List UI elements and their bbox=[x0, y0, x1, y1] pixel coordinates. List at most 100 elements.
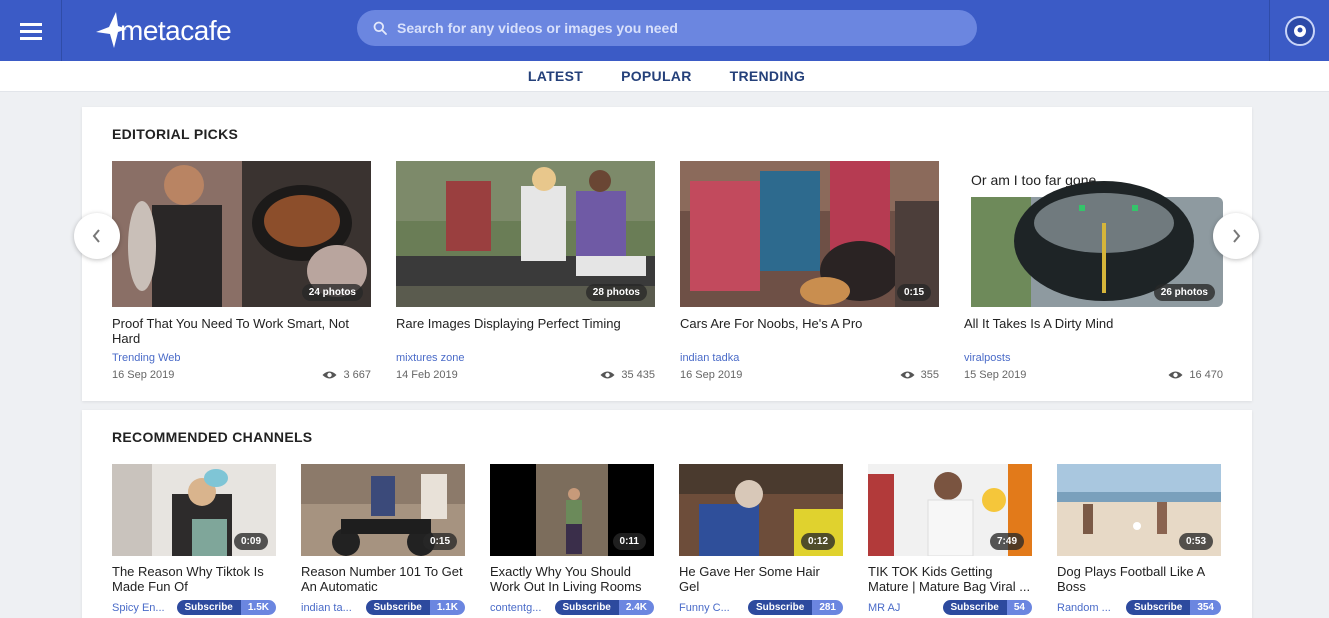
channel-video-title[interactable]: Reason Number 101 To Get An Automatic bbox=[301, 564, 465, 596]
channel-video-title[interactable]: TIK TOK Kids Getting Mature | Mature Bag… bbox=[868, 564, 1032, 596]
editorial-card[interactable]: 0:15 Cars Are For Noobs, He's A Pro indi… bbox=[680, 161, 939, 381]
channel-name-link[interactable]: indian ta... bbox=[301, 602, 359, 614]
editorial-card[interactable]: 28 photos Rare Images Displaying Perfect… bbox=[396, 161, 655, 381]
search-icon bbox=[373, 21, 387, 35]
eye-icon bbox=[322, 371, 337, 379]
nav-tabs-bar: LATEST POPULAR TRENDING bbox=[0, 61, 1329, 92]
card-title[interactable]: Rare Images Displaying Perfect Timing bbox=[396, 316, 655, 348]
channel-name-link[interactable]: Spicy En... bbox=[112, 602, 170, 614]
card-date: 16 Sep 2019 bbox=[112, 369, 175, 381]
image-caption-overlay: Or am I too far gone... bbox=[971, 172, 1108, 188]
view-count: 355 bbox=[920, 369, 939, 381]
carousel-next-button[interactable] bbox=[1213, 213, 1259, 259]
subscriber-count: 54 bbox=[1006, 600, 1032, 615]
channel-name-link[interactable]: Funny C... bbox=[679, 602, 737, 614]
logo-text: metacafe bbox=[120, 15, 232, 46]
channel-video-title[interactable]: He Gave Her Some Hair Gel bbox=[679, 564, 843, 596]
channel-card[interactable]: 7:49 TIK TOK Kids Getting Mature | Matur… bbox=[868, 464, 1032, 615]
editorial-card[interactable]: 24 photos Proof That You Need To Work Sm… bbox=[112, 161, 371, 381]
metacafe-logo[interactable]: metacafe bbox=[94, 5, 232, 50]
star-logo-icon bbox=[96, 12, 127, 48]
duration-badge: 0:12 bbox=[800, 533, 835, 550]
user-icon bbox=[1293, 24, 1306, 37]
channel-thumbnail[interactable]: 0:12 bbox=[679, 464, 843, 556]
channel-thumbnail[interactable]: 7:49 bbox=[868, 464, 1032, 556]
top-header: metacafe bbox=[0, 0, 1329, 61]
card-date: 15 Sep 2019 bbox=[964, 369, 1027, 381]
view-count: 16 470 bbox=[1189, 369, 1223, 381]
subscribe-button[interactable]: Subscribe 281 bbox=[747, 600, 843, 615]
card-channel-link[interactable]: mixtures zone bbox=[396, 352, 655, 364]
channel-video-title[interactable]: Dog Plays Football Like A Boss bbox=[1057, 564, 1221, 596]
card-channel-link[interactable]: Trending Web bbox=[112, 352, 371, 364]
recommended-channels-section: RECOMMENDED CHANNELS 0:09 The Reason Why… bbox=[82, 410, 1252, 618]
channel-thumbnail[interactable]: 0:11 bbox=[490, 464, 654, 556]
channel-card[interactable]: 0:53 Dog Plays Football Like A Boss Rand… bbox=[1057, 464, 1221, 615]
card-thumbnail[interactable]: 24 photos bbox=[112, 161, 371, 307]
hamburger-icon bbox=[19, 22, 42, 40]
channel-name-link[interactable]: MR AJ bbox=[868, 602, 926, 614]
duration-badge: 0:15 bbox=[896, 284, 931, 301]
channel-name-link[interactable]: Random ... bbox=[1057, 602, 1115, 614]
editorial-card[interactable]: Or am I too far gone... 26 photos All It… bbox=[964, 161, 1223, 381]
tab-popular[interactable]: POPULAR bbox=[621, 68, 692, 84]
channel-thumbnail[interactable]: 0:09 bbox=[112, 464, 276, 556]
view-count: 3 667 bbox=[343, 369, 371, 381]
chevron-left-icon bbox=[92, 229, 100, 243]
card-channel-link[interactable]: indian tadka bbox=[680, 352, 939, 364]
search-bar[interactable] bbox=[357, 10, 977, 46]
card-title[interactable]: Cars Are For Noobs, He's A Pro bbox=[680, 316, 939, 348]
subscriber-count: 354 bbox=[1190, 600, 1221, 615]
duration-badge: 0:11 bbox=[612, 533, 646, 550]
duration-badge: 0:53 bbox=[1178, 533, 1213, 550]
card-thumbnail[interactable]: 0:15 bbox=[680, 161, 939, 307]
menu-button[interactable] bbox=[0, 0, 62, 61]
channel-video-title[interactable]: The Reason Why Tiktok Is Made Fun Of bbox=[112, 564, 276, 596]
duration-badge: 0:09 bbox=[233, 533, 268, 550]
card-channel-link[interactable]: viralposts bbox=[964, 352, 1223, 364]
subscribe-button[interactable]: Subscribe 54 bbox=[942, 600, 1032, 615]
card-date: 14 Feb 2019 bbox=[396, 369, 458, 381]
card-title[interactable]: All It Takes Is A Dirty Mind bbox=[964, 316, 1223, 348]
subscribe-label: Subscribe bbox=[176, 600, 241, 615]
eye-icon bbox=[1168, 371, 1183, 379]
subscriber-count: 1.1K bbox=[429, 600, 465, 615]
subscribe-button[interactable]: Subscribe 1.5K bbox=[176, 600, 276, 615]
channel-thumbnail[interactable]: 0:15 bbox=[301, 464, 465, 556]
channel-video-title[interactable]: Exactly Why You Should Work Out In Livin… bbox=[490, 564, 654, 596]
channel-name-link[interactable]: contentg... bbox=[490, 602, 548, 614]
subscribe-label: Subscribe bbox=[1125, 600, 1191, 615]
section-title-editorial: EDITORIAL PICKS bbox=[112, 126, 239, 142]
eye-icon bbox=[900, 371, 915, 379]
channel-card[interactable]: 0:15 Reason Number 101 To Get An Automat… bbox=[301, 464, 465, 615]
subscriber-count: 2.4K bbox=[618, 600, 654, 615]
section-title-channels: RECOMMENDED CHANNELS bbox=[112, 429, 313, 445]
subscribe-label: Subscribe bbox=[365, 600, 430, 615]
subscribe-label: Subscribe bbox=[942, 600, 1007, 615]
channel-thumbnail[interactable]: 0:53 bbox=[1057, 464, 1221, 556]
tab-trending[interactable]: TRENDING bbox=[730, 68, 806, 84]
subscribe-label: Subscribe bbox=[554, 600, 619, 615]
subscribe-label: Subscribe bbox=[747, 600, 813, 615]
user-menu-button[interactable] bbox=[1269, 0, 1329, 61]
search-input[interactable] bbox=[397, 20, 957, 36]
card-thumbnail[interactable]: 28 photos bbox=[396, 161, 655, 307]
channel-card[interactable]: 0:12 He Gave Her Some Hair Gel Funny C..… bbox=[679, 464, 843, 615]
photo-count-badge: 28 photos bbox=[585, 284, 647, 301]
avatar bbox=[1284, 15, 1315, 46]
carousel-prev-button[interactable] bbox=[74, 213, 120, 259]
channel-card[interactable]: 0:11 Exactly Why You Should Work Out In … bbox=[490, 464, 654, 615]
subscribe-button[interactable]: Subscribe 354 bbox=[1125, 600, 1221, 615]
view-count: 35 435 bbox=[621, 369, 655, 381]
photo-count-badge: 24 photos bbox=[301, 284, 363, 301]
card-title[interactable]: Proof That You Need To Work Smart, Not H… bbox=[112, 316, 371, 348]
eye-icon bbox=[600, 371, 615, 379]
card-date: 16 Sep 2019 bbox=[680, 369, 743, 381]
card-thumbnail[interactable]: Or am I too far gone... 26 photos bbox=[964, 161, 1223, 307]
subscribe-button[interactable]: Subscribe 1.1K bbox=[365, 600, 465, 615]
tab-latest[interactable]: LATEST bbox=[528, 68, 583, 84]
subscribe-button[interactable]: Subscribe 2.4K bbox=[554, 600, 654, 615]
duration-badge: 0:15 bbox=[422, 533, 457, 550]
channel-card[interactable]: 0:09 The Reason Why Tiktok Is Made Fun O… bbox=[112, 464, 276, 615]
chevron-right-icon bbox=[1233, 229, 1241, 243]
